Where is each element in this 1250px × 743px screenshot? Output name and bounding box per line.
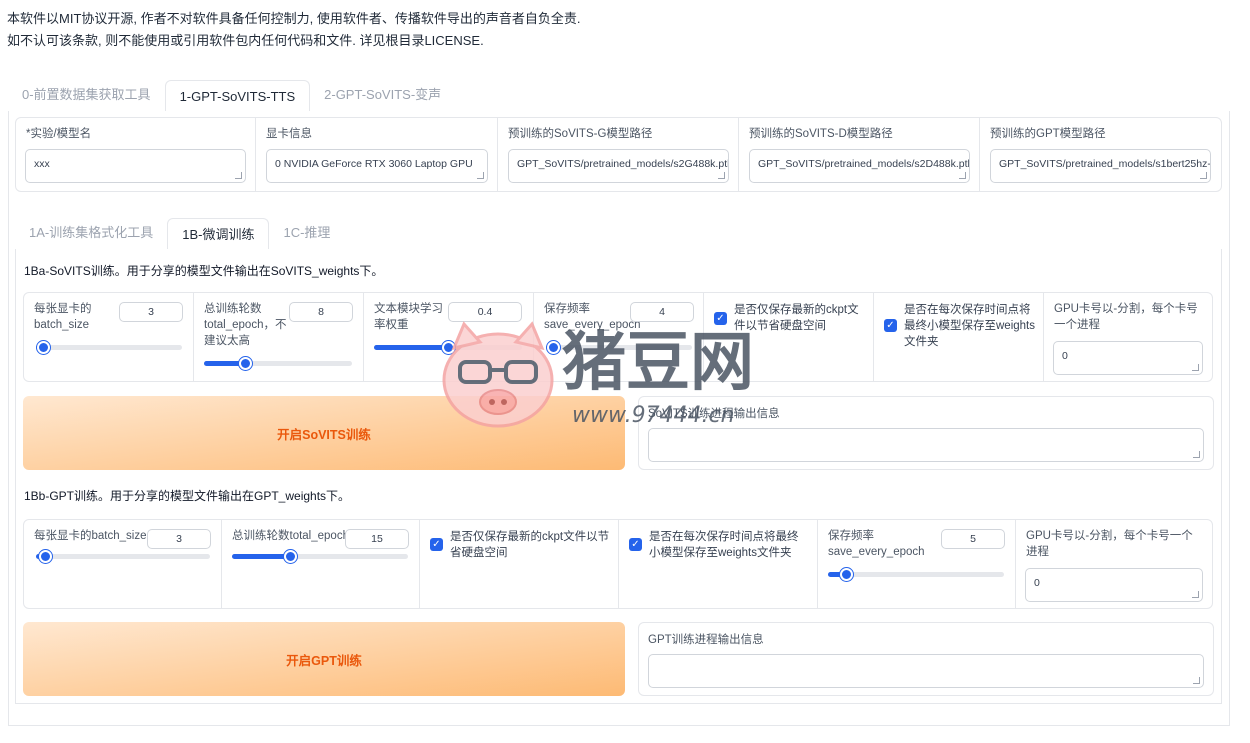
start-gpt-training-button[interactable]: 开启GPT训练 xyxy=(23,622,625,696)
gpt-batch-number[interactable]: 3 xyxy=(147,529,211,549)
sovits-save-every-number[interactable]: 4 xyxy=(630,302,694,322)
tab-finetune[interactable]: 1B-微调训练 xyxy=(167,218,270,250)
gpt-path-cell: 预训练的GPT模型路径 GPT_SoVITS/pretrained_models… xyxy=(980,118,1223,191)
tab-inference[interactable]: 1C-推理 xyxy=(269,217,344,249)
sovits-batch-number[interactable]: 3 xyxy=(119,302,183,322)
sovits-save-every-slider[interactable] xyxy=(546,341,692,354)
gpt-output-label: GPT训练进程输出信息 xyxy=(648,634,764,646)
model-settings-row: *实验/模型名 xxx 显卡信息 0 NVIDIA GeForce RTX 30… xyxy=(15,117,1222,192)
tab-voice-changer[interactable]: 2-GPT-SoVITS-变声 xyxy=(310,79,455,111)
gpt-only-latest-checkbox[interactable]: ✓ xyxy=(430,538,443,551)
sovits-d-path-label: 预训练的SoVITS-D模型路径 xyxy=(749,128,893,140)
gpt-save-every-number[interactable]: 5 xyxy=(941,529,1005,549)
sovits-section-title: 1Ba-SoVITS训练。用于分享的模型文件输出在SoVITS_weights下… xyxy=(24,264,384,278)
sovits-epoch-label: 总训练轮数total_epoch，不建议太高 xyxy=(204,303,287,347)
gpt-epoch-number[interactable]: 15 xyxy=(345,529,409,549)
gpt-save-every-label: 保存频率save_every_epoch xyxy=(828,530,925,558)
sovits-save-small-label: 是否在每次保存时间点将最终小模型保存至weights文件夹 xyxy=(904,304,1035,348)
tab-dataset-format[interactable]: 1A-训练集格式化工具 xyxy=(15,217,167,249)
sovits-text-lr-cell: 文本模块学习率权重 0.4 xyxy=(364,293,534,381)
sovits-only-latest-cell: ✓ 是否仅保存最新的ckpt文件以节省硬盘空间 xyxy=(704,293,874,381)
sovits-g-path-label: 预训练的SoVITS-G模型路径 xyxy=(508,128,653,140)
gpu-info-label: 显卡信息 xyxy=(266,128,312,140)
sovits-text-lr-label: 文本模块学习率权重 xyxy=(374,303,443,331)
experiment-name-input[interactable]: xxx xyxy=(25,149,246,183)
gpt-output-box: GPT训练进程输出信息 xyxy=(638,622,1214,696)
gpt-save-small-cell: ✓ 是否在每次保存时间点将最终小模型保存至weights文件夹 xyxy=(619,520,818,608)
gpt-only-latest-label: 是否仅保存最新的ckpt文件以节省硬盘空间 xyxy=(450,531,610,559)
license-notice-line2: 如不认可该条款, 则不能使用或引用软件包内任何代码和文件. 详见根目录LICEN… xyxy=(7,33,484,48)
experiment-name-cell: *实验/模型名 xxx xyxy=(16,118,256,191)
gpt-path-label: 预训练的GPT模型路径 xyxy=(990,128,1106,140)
gpt-path-input[interactable]: GPT_SoVITS/pretrained_models/s1bert25hz-… xyxy=(990,149,1211,183)
sovits-epoch-cell: 总训练轮数total_epoch，不建议太高 8 xyxy=(194,293,364,381)
sovits-epoch-slider[interactable] xyxy=(204,357,352,370)
sovits-save-every-label: 保存频率save_every_epoch xyxy=(544,303,641,331)
sovits-d-path-input[interactable]: GPT_SoVITS/pretrained_models/s2D488k.pth xyxy=(749,149,970,183)
gpt-gpu-label: GPU卡号以-分割，每个卡号一个进程 xyxy=(1026,530,1193,558)
sovits-text-lr-number[interactable]: 0.4 xyxy=(448,302,522,322)
sovits-params-row: 每张显卡的batch_size 3 总训练轮数total_epoch，不建议太高… xyxy=(23,292,1213,382)
sovits-g-path-cell: 预训练的SoVITS-G模型路径 GPT_SoVITS/pretrained_m… xyxy=(498,118,739,191)
tab-dataset-tools[interactable]: 0-前置数据集获取工具 xyxy=(8,79,165,111)
gpt-output-text xyxy=(648,654,1204,688)
sovits-gpu-input[interactable]: 0 xyxy=(1053,341,1203,375)
sovits-save-small-checkbox[interactable]: ✓ xyxy=(884,319,897,332)
gpt-save-small-checkbox[interactable]: ✓ xyxy=(629,538,642,551)
gpt-epoch-cell: 总训练轮数total_epoch 15 xyxy=(222,520,420,608)
experiment-name-label: *实验/模型名 xyxy=(26,128,92,140)
sovits-save-every-cell: 保存频率save_every_epoch 4 xyxy=(534,293,704,381)
sovits-d-path-cell: 预训练的SoVITS-D模型路径 GPT_SoVITS/pretrained_m… xyxy=(739,118,980,191)
gpt-only-latest-cell: ✓ 是否仅保存最新的ckpt文件以节省硬盘空间 xyxy=(420,520,619,608)
sovits-output-label: SoVITS训练进程输出信息 xyxy=(648,408,780,420)
gpt-save-every-cell: 保存频率save_every_epoch 5 xyxy=(818,520,1016,608)
gpt-params-row: 每张显卡的batch_size 3 总训练轮数total_epoch 15 ✓ … xyxy=(23,519,1213,609)
gpt-gpu-input[interactable]: 0 xyxy=(1025,568,1203,602)
gpt-batch-cell: 每张显卡的batch_size 3 xyxy=(24,520,222,608)
sovits-gpu-label: GPU卡号以-分割，每个卡号一个进程 xyxy=(1054,303,1198,331)
start-sovits-training-button[interactable]: 开启SoVITS训练 xyxy=(23,396,625,470)
sovits-batch-slider[interactable] xyxy=(36,341,182,354)
gpt-save-every-slider[interactable] xyxy=(828,568,1004,581)
sovits-batch-label: 每张显卡的batch_size xyxy=(34,303,92,331)
sovits-only-latest-checkbox[interactable]: ✓ xyxy=(714,312,727,325)
tab-gpt-sovits-tts[interactable]: 1-GPT-SoVITS-TTS xyxy=(164,80,311,112)
license-notice-line1: 本软件以MIT协议开源, 作者不对软件具备任何控制力, 使用软件者、传播软件导出… xyxy=(7,11,581,26)
sub-tabs: 1A-训练集格式化工具 1B-微调训练 1C-推理 xyxy=(15,217,1222,250)
gpu-info-cell: 显卡信息 0 NVIDIA GeForce RTX 3060 Laptop GP… xyxy=(256,118,498,191)
sovits-text-lr-slider[interactable] xyxy=(374,341,522,354)
gpt-save-small-label: 是否在每次保存时间点将最终小模型保存至weights文件夹 xyxy=(649,531,799,559)
sovits-save-small-cell: ✓ 是否在每次保存时间点将最终小模型保存至weights文件夹 xyxy=(874,293,1044,381)
gpu-info-input[interactable]: 0 NVIDIA GeForce RTX 3060 Laptop GPU xyxy=(266,149,488,183)
sovits-batch-cell: 每张显卡的batch_size 3 xyxy=(24,293,194,381)
gpt-gpu-cell: GPU卡号以-分割，每个卡号一个进程 0 xyxy=(1016,520,1214,608)
gpt-section-title: 1Bb-GPT训练。用于分享的模型文件输出在GPT_weights下。 xyxy=(24,489,351,503)
sovits-epoch-number[interactable]: 8 xyxy=(289,302,353,322)
license-notice: 本软件以MIT协议开源, 作者不对软件具备任何控制力, 使用软件者、传播软件导出… xyxy=(7,8,580,52)
sovits-output-box: SoVITS训练进程输出信息 xyxy=(638,396,1214,470)
sovits-only-latest-label: 是否仅保存最新的ckpt文件以节省硬盘空间 xyxy=(734,304,859,332)
gpt-epoch-slider[interactable] xyxy=(232,550,408,563)
main-tabs: 0-前置数据集获取工具 1-GPT-SoVITS-TTS 2-GPT-SoVIT… xyxy=(8,79,1230,112)
gpt-batch-slider[interactable] xyxy=(36,550,210,563)
sovits-output-text xyxy=(648,428,1204,462)
sovits-g-path-input[interactable]: GPT_SoVITS/pretrained_models/s2G488k.pth xyxy=(508,149,729,183)
sovits-gpu-cell: GPU卡号以-分割，每个卡号一个进程 0 xyxy=(1044,293,1214,381)
